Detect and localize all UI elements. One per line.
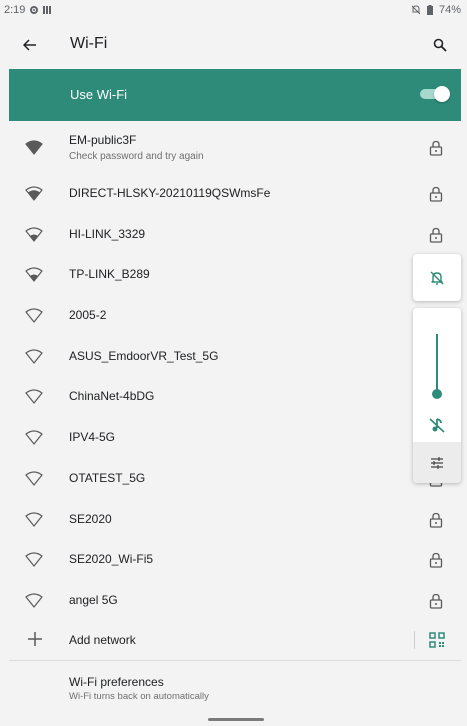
volume-slider-track[interactable]: [436, 334, 438, 396]
add-network-label: Add network: [69, 633, 136, 647]
use-wifi-row[interactable]: Use Wi-Fi: [9, 69, 461, 121]
battery-icon: [426, 5, 433, 15]
use-wifi-label: Use Wi-Fi: [70, 87, 128, 102]
sliders-icon: [431, 456, 443, 469]
network-item[interactable]: SE2020_Wi-Fi5: [9, 540, 461, 581]
plus-icon: [28, 632, 42, 646]
wifi-signal-weak-icon: [25, 552, 43, 567]
network-item[interactable]: IPV4-5G: [9, 418, 461, 459]
status-right: 74%: [411, 4, 461, 16]
network-status: Check password and try again: [69, 151, 204, 162]
wifi-signal-weak-icon: [25, 389, 43, 405]
lock-icon: [429, 186, 443, 202]
network-item[interactable]: EM-public3F Check password and try again: [9, 121, 461, 174]
wifi-preferences-row[interactable]: Wi-Fi preferences Wi-Fi turns back on au…: [9, 661, 461, 711]
network-item[interactable]: 2005-2: [9, 296, 461, 337]
network-item[interactable]: SE2020: [9, 500, 461, 541]
lock-icon: [429, 512, 443, 528]
network-item[interactable]: ChinaNet-4bDG: [9, 377, 461, 418]
network-name: ASUS_EmdoorVR_Test_5G: [69, 348, 219, 363]
lock-icon: [429, 593, 443, 609]
wifi-signal-weak-icon: [25, 593, 43, 608]
wifi-toggle-switch[interactable]: [420, 86, 450, 102]
status-left: 2:19: [4, 4, 53, 16]
add-network-row[interactable]: Add network: [9, 620, 461, 660]
gesture-nav-handle[interactable]: [208, 718, 264, 721]
battery-percent: 74%: [438, 4, 461, 16]
ringer-mode-button[interactable]: [413, 254, 461, 301]
wifi-signal-weak-icon: [25, 349, 43, 364]
network-name: 2005-2: [69, 308, 107, 323]
network-item[interactable]: TP-LINK_B289: [9, 255, 461, 296]
wifi-signal-medium-icon: [25, 227, 43, 242]
status-bar: 2:19 74%: [0, 0, 467, 22]
network-name: OTATEST_5G: [69, 470, 146, 485]
wifi-signal-strong-icon: [25, 140, 43, 155]
top-app-bar: Wi-Fi: [0, 22, 467, 68]
sim-icon: [43, 6, 53, 14]
network-name: HI-LINK_3329: [69, 226, 146, 241]
lock-icon: [429, 227, 443, 243]
status-time: 2:19: [4, 4, 26, 16]
arrow-back-icon: [23, 39, 36, 51]
volume-slider-card: [413, 308, 461, 483]
wifi-preferences-subtitle: Wi-Fi turns back on automatically: [69, 691, 209, 702]
volume-panel: [413, 254, 461, 483]
network-name: EM-public3F: [69, 133, 137, 147]
network-name: TP-LINK_B289: [69, 267, 150, 282]
lock-icon: [429, 140, 443, 156]
page-title: Wi-Fi: [70, 35, 108, 52]
toggle-thumb: [434, 86, 450, 102]
search-button[interactable]: [431, 36, 449, 54]
wifi-signal-weak-icon: [25, 430, 43, 445]
ringer-muted-icon: [430, 271, 444, 285]
network-name: SE2020_Wi-Fi5: [69, 552, 154, 567]
network-item[interactable]: DIRECT-HLSKY-20210119QSWmsFe: [9, 174, 461, 215]
wifi-signal-weak-icon: [25, 308, 43, 323]
network-name: IPV4-5G: [69, 430, 116, 445]
network-name: ChinaNet-4bDG: [69, 389, 155, 404]
search-icon: [433, 38, 447, 52]
wifi-signal-medium-icon: [25, 267, 43, 282]
qr-code-scan-icon[interactable]: [429, 632, 445, 648]
network-name: DIRECT-HLSKY-20210119QSWmsFe: [69, 186, 271, 200]
wifi-signal-weak-icon: [25, 511, 43, 527]
wifi-preferences-title: Wi-Fi preferences: [69, 675, 164, 689]
network-name: angel 5G: [69, 592, 118, 607]
media-muted-icon[interactable]: [428, 416, 446, 434]
network-list: EM-public3F Check password and try again…: [9, 121, 461, 622]
network-name: SE2020: [69, 511, 112, 526]
volume-settings-button[interactable]: [413, 442, 461, 483]
divider: [414, 631, 415, 649]
back-button[interactable]: [21, 36, 39, 54]
network-item[interactable]: HI-LINK_3329: [9, 215, 461, 256]
network-item[interactable]: ASUS_EmdoorVR_Test_5G: [9, 337, 461, 378]
network-item[interactable]: OTATEST_5G: [9, 459, 461, 500]
wifi-signal-weak-icon: [25, 471, 43, 486]
lock-icon: [429, 553, 443, 568]
mute-icon: [411, 5, 421, 15]
gear-icon: [29, 5, 39, 15]
wifi-signal-strong-icon: [25, 186, 43, 201]
network-item[interactable]: angel 5G: [9, 581, 461, 622]
volume-slider-thumb[interactable]: [432, 389, 442, 399]
